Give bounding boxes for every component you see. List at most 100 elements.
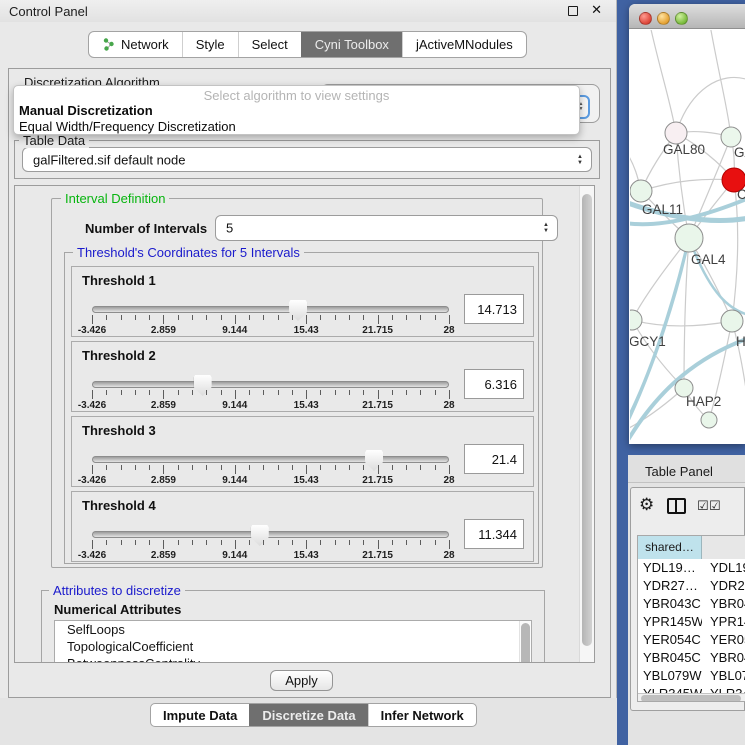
cell-name[interactable]: YBR045C (702, 649, 745, 667)
threshold-slider-track[interactable] (92, 456, 449, 463)
tab-impute-data-label: Impute Data (163, 708, 237, 723)
threshold-slider-track[interactable] (92, 306, 449, 313)
node-label: GAL11 (642, 202, 683, 217)
network-canvas[interactable]: GAL80GACGAL11GAL4GCY1HHAP2 (630, 30, 745, 444)
network-edge[interactable] (632, 320, 684, 388)
cell-shared-name[interactable]: YBL079W (638, 667, 702, 685)
attribute-list-item[interactable]: TopologicalCoefficient (55, 638, 531, 655)
dropdown-option-equal-width-frequency[interactable]: Equal Width/Frequency Discretization (14, 119, 579, 135)
network-node[interactable] (630, 310, 642, 330)
threshold-2-value-field[interactable] (464, 369, 524, 399)
table-row[interactable]: YBL079WYBL079W (638, 667, 745, 685)
column-header-shared-name[interactable]: shared… (638, 536, 702, 559)
table-panel-title: Table Panel (645, 464, 713, 479)
interval-definition-group: Interval Definition Number of Intervals … (51, 198, 543, 568)
close-traffic-light-icon[interactable] (639, 12, 652, 25)
table-data-combobox-value: galFiltered.sif default node (33, 152, 185, 167)
combobox-arrows-icon: ▲▼ (543, 222, 549, 234)
interval-definition-group-label: Interval Definition (61, 191, 169, 206)
tab-style[interactable]: Style (182, 32, 238, 57)
cell-name[interactable]: YBL079W (702, 667, 745, 685)
threshold-4-value-field[interactable] (464, 519, 524, 549)
tab-cyni-toolbox[interactable]: Cyni Toolbox (301, 32, 402, 57)
threshold-2-box: Threshold 2 -3.4262.8599.14415.4321.7152… (71, 341, 534, 412)
tick-label: 2.859 (151, 325, 176, 336)
tick-label: 15.43 (294, 400, 319, 411)
table-row[interactable]: YBR043CYBR043C (638, 595, 745, 613)
control-panel-title: Control Panel (9, 4, 88, 19)
close-icon[interactable]: ✕ (591, 2, 602, 18)
threshold-1-value-field[interactable] (464, 294, 524, 324)
network-window-titlebar[interactable] (629, 4, 745, 29)
checkbox-icon[interactable]: ☑ (697, 498, 709, 514)
network-edge[interactable] (641, 179, 734, 191)
minimize-traffic-light-icon[interactable] (657, 12, 670, 25)
table-row[interactable]: YDL19…YDL19… (638, 559, 745, 577)
cell-name[interactable]: YDR27… (702, 577, 745, 595)
tab-cyni-toolbox-label: Cyni Toolbox (315, 37, 389, 52)
table-data-group-label: Table Data (19, 133, 89, 148)
tab-impute-data[interactable]: Impute Data (151, 704, 249, 726)
split-columns-icon[interactable] (667, 498, 686, 514)
cell-name[interactable]: YER054C (702, 631, 745, 649)
number-of-intervals-combobox[interactable]: 5 ▲▼ (215, 215, 558, 241)
cell-shared-name[interactable]: YDL19… (638, 559, 702, 577)
network-node[interactable] (701, 412, 717, 428)
cell-name[interactable]: YPR145W (702, 613, 745, 631)
float-window-icon[interactable] (568, 6, 578, 16)
gear-icon[interactable]: ⚙ (639, 495, 654, 515)
tick-label: -3.426 (78, 550, 106, 561)
table-row[interactable]: YER054CYER054C (638, 631, 745, 649)
cell-shared-name[interactable]: YBR043C (638, 595, 702, 613)
network-node[interactable] (675, 224, 703, 252)
attribute-list-item[interactable]: BetweennessCentrality (55, 655, 531, 663)
tab-network[interactable]: Network (89, 32, 182, 57)
dropdown-placeholder-option[interactable]: Select algorithm to view settings (14, 86, 579, 103)
threshold-slider-track[interactable] (92, 381, 449, 388)
cell-shared-name[interactable]: YDR27… (638, 577, 702, 595)
settings-vertical-scrollbar[interactable] (579, 186, 594, 662)
network-edge[interactable] (710, 30, 731, 137)
control-panel-tab-bar: Network Style Select Cyni Toolbox jActiv… (88, 31, 527, 58)
tab-discretize-data[interactable]: Discretize Data (249, 704, 367, 726)
table-panel-titlebar: Table Panel (628, 455, 745, 483)
tab-infer-network[interactable]: Infer Network (368, 704, 476, 726)
cell-name[interactable]: YBR043C (702, 595, 745, 613)
network-node[interactable] (630, 180, 652, 202)
cell-shared-name[interactable]: YBR045C (638, 649, 702, 667)
table-panel: Table Panel ⚙ ☑ ☑ shared…name YDL19…YDL1… (628, 455, 745, 745)
network-node[interactable] (721, 127, 741, 147)
node-label: GAL80 (663, 142, 705, 157)
table-data-combobox[interactable]: galFiltered.sif default node ▲▼ (22, 147, 592, 172)
table-browser-window: ⚙ ☑ ☑ shared…name YDL19…YDL19…YDR27…YDR2… (630, 487, 745, 711)
threshold-slider-track[interactable] (92, 531, 449, 538)
zoom-traffic-light-icon[interactable] (675, 12, 688, 25)
tab-jactivemnodules[interactable]: jActiveMNodules (402, 32, 526, 57)
network-node[interactable] (665, 122, 687, 144)
tab-select[interactable]: Select (238, 32, 301, 57)
apply-button[interactable]: Apply (270, 670, 333, 691)
attributes-list-scrollbar-thumb[interactable] (521, 623, 530, 663)
threshold-3-value-field[interactable] (464, 444, 524, 474)
settings-scrollbar-thumb[interactable] (582, 194, 592, 646)
checkbox-icon[interactable]: ☑ (709, 498, 721, 514)
table-row[interactable]: YBR045CYBR045C (638, 649, 745, 667)
table-row[interactable]: YDR27…YDR27… (638, 577, 745, 595)
tick-label: 28 (443, 550, 454, 561)
cell-shared-name[interactable]: YPR145W (638, 613, 702, 631)
table-horizontal-scrollbar[interactable] (638, 693, 745, 702)
cell-shared-name[interactable]: YER054C (638, 631, 702, 649)
table-row[interactable]: YPR145WYPR145W (638, 613, 745, 631)
table-hscrollbar-thumb[interactable] (641, 695, 741, 702)
network-edge[interactable] (676, 77, 745, 133)
tick-label: 28 (443, 475, 454, 486)
network-edge[interactable] (650, 30, 676, 133)
cell-name[interactable]: YDL19… (702, 559, 745, 577)
dropdown-option-manual-discretization[interactable]: Manual Discretization (14, 103, 579, 119)
attributes-list-scrollbar[interactable] (519, 621, 531, 663)
attribute-list-item[interactable]: SelfLoops (55, 621, 531, 638)
network-edge[interactable] (632, 320, 732, 326)
column-header-name[interactable]: name (702, 536, 745, 559)
network-node[interactable] (721, 310, 743, 332)
control-panel-titlebar: Control Panel ✕ (0, 0, 616, 22)
